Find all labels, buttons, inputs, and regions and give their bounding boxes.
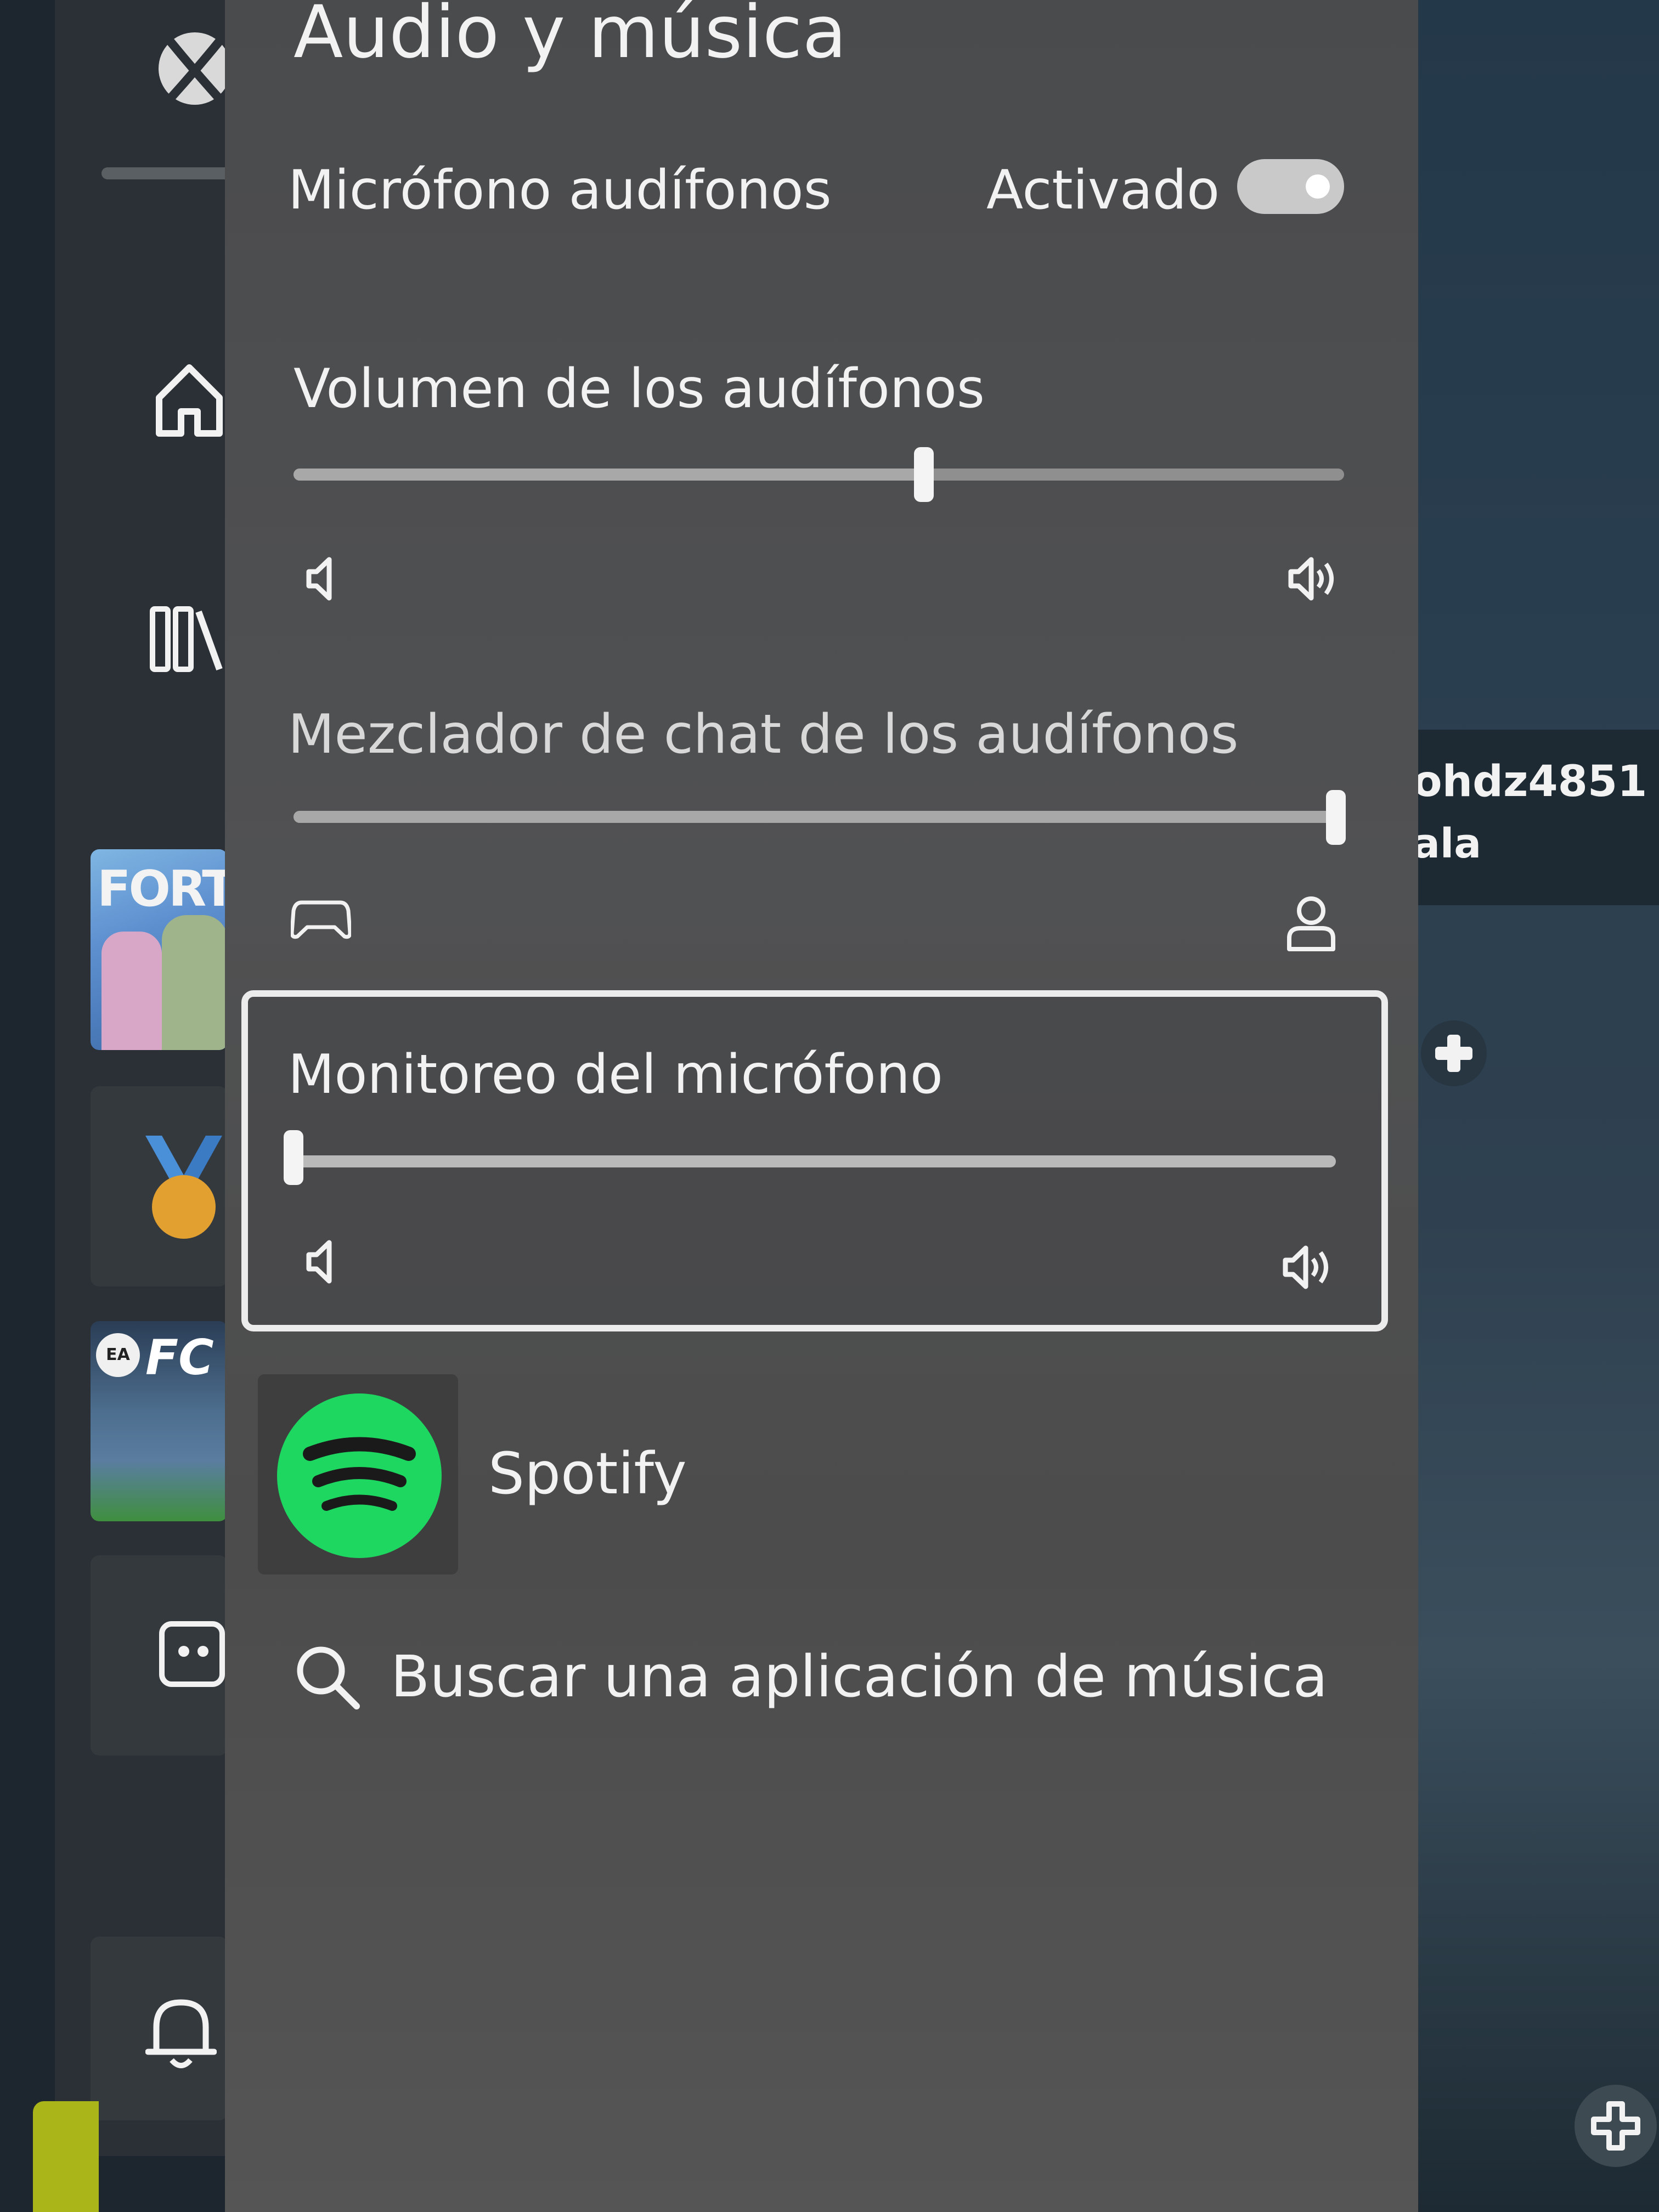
controller-icon: [291, 900, 351, 939]
tile-fortnite[interactable]: FORTN: [91, 849, 228, 1050]
mic-monitoring-slider[interactable]: [294, 1155, 1336, 1167]
mic-monitoring-thumb[interactable]: [284, 1130, 303, 1185]
presence-status: ala: [1413, 820, 1482, 867]
party-button[interactable]: [1575, 2085, 1657, 2167]
headset-volume-slider[interactable]: [294, 469, 1344, 481]
rail-divider: [101, 167, 233, 179]
background-scene: [1393, 0, 1659, 2212]
tile-fortnite-art: [101, 932, 162, 1050]
headset-volume-thumb[interactable]: [914, 447, 934, 502]
headset-mic-state: Activado: [986, 159, 1220, 222]
headset-mic-label: Micrófono audífonos: [288, 159, 832, 222]
chat-mixer-slider[interactable]: [294, 811, 1336, 823]
volume-high-icon: [1283, 1245, 1328, 1289]
xbox-logo[interactable]: [154, 27, 228, 110]
notifications-tile[interactable]: [91, 1937, 228, 2120]
tile-fortnite-art-2: [162, 915, 228, 1050]
guide-rail: [55, 0, 236, 2156]
chat-mixer-thumb[interactable]: [1326, 790, 1346, 845]
spotify-app-tile[interactable]: [258, 1374, 458, 1575]
volume-high-icon: [1288, 557, 1334, 601]
tile-fc-title: FC: [145, 1329, 214, 1386]
tile-games[interactable]: [91, 1555, 228, 1756]
spotify-label[interactable]: Spotify: [488, 1440, 687, 1507]
add-friend-button[interactable]: [1421, 1020, 1487, 1086]
bell-icon: [145, 1999, 217, 2068]
search-icon: [297, 1646, 360, 1709]
party-icon: [1591, 2101, 1640, 2151]
add-icon: [1435, 1035, 1472, 1072]
tile-fortnite-title: FORTN: [97, 860, 228, 918]
home-icon[interactable]: [154, 359, 225, 442]
tile-ea-fc[interactable]: EA FC: [91, 1321, 228, 1521]
rail-accent-strip: [33, 2101, 99, 2212]
page-title: Audio y música: [294, 0, 847, 75]
spotify-icon: [277, 1393, 442, 1558]
slider-fill: [294, 811, 1336, 823]
search-music-app-link[interactable]: Buscar una aplicación de música: [391, 1643, 1328, 1710]
slider-fill: [294, 469, 924, 481]
person-icon: [1287, 896, 1335, 951]
tile-achievements[interactable]: [91, 1086, 228, 1286]
toggle-knob: [1306, 174, 1330, 199]
gamertag: ohdz4851: [1413, 757, 1647, 806]
volume-low-icon: [306, 557, 332, 601]
library-icon[interactable]: [148, 603, 225, 675]
headset-mic-toggle[interactable]: [1237, 159, 1344, 214]
chat-mixer-label: Mezclador de chat de los audífonos: [288, 703, 1239, 766]
games-icon: [159, 1621, 225, 1687]
headset-volume-label: Volumen de los audífonos: [294, 358, 985, 420]
volume-low-icon: [306, 1240, 332, 1284]
ea-badge: EA: [96, 1333, 140, 1377]
profile-band: [1393, 730, 1659, 905]
mic-monitoring-label: Monitoreo del micrófono: [288, 1043, 943, 1106]
medal-icon: [145, 1136, 222, 1239]
